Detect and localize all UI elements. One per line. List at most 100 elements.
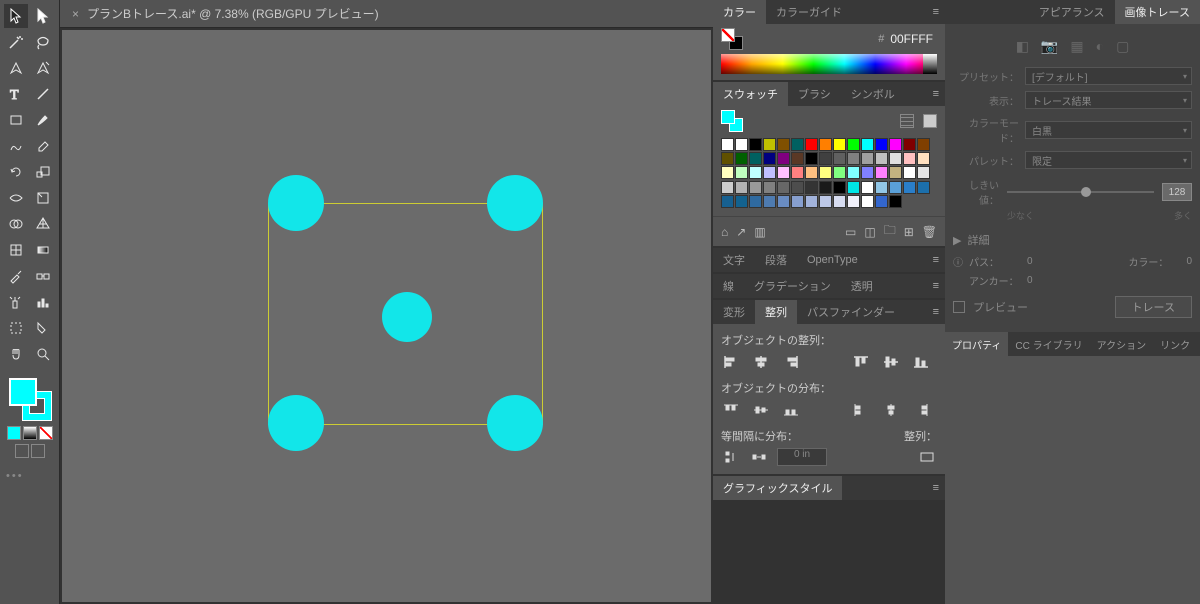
- swatch-cell[interactable]: [819, 195, 832, 208]
- swatch-cell[interactable]: [861, 152, 874, 165]
- swatch-cell[interactable]: [721, 195, 734, 208]
- dist-hspace-icon[interactable]: [749, 449, 769, 465]
- shape-circle[interactable]: [268, 175, 324, 231]
- swatch-cell[interactable]: [833, 138, 846, 151]
- swatch-cell[interactable]: [875, 166, 888, 179]
- swatch-cell[interactable]: [763, 152, 776, 165]
- swatch-cell[interactable]: [763, 138, 776, 151]
- width-tool[interactable]: [4, 186, 28, 210]
- align-bottom-icon[interactable]: [911, 354, 931, 370]
- none-mode-btn[interactable]: [39, 426, 53, 440]
- swatch-cell[interactable]: [847, 138, 860, 151]
- swatch-cell[interactable]: [889, 138, 902, 151]
- gradient-mode-btn[interactable]: [23, 426, 37, 440]
- tab-pathfinder[interactable]: パスファインダー: [797, 300, 905, 324]
- tab-symbols[interactable]: シンボル: [841, 82, 905, 106]
- dist-vcenter-icon[interactable]: [751, 402, 771, 418]
- swatch-cell[interactable]: [721, 138, 734, 151]
- swatch-cell[interactable]: [805, 195, 818, 208]
- panel-menu-icon[interactable]: ≡: [933, 88, 939, 100]
- trace-preset-outline-icon[interactable]: ▢: [1116, 38, 1129, 55]
- swatch-cell[interactable]: [833, 195, 846, 208]
- swatch-cell[interactable]: [777, 166, 790, 179]
- swatch-options-icon[interactable]: ▥: [754, 225, 765, 239]
- swatch-cell[interactable]: [791, 181, 804, 194]
- swatch-cell[interactable]: [763, 195, 776, 208]
- tab-color[interactable]: カラー: [713, 0, 766, 24]
- tab-opentype[interactable]: OpenType: [797, 248, 868, 272]
- tab-brushes[interactable]: ブラシ: [788, 82, 841, 106]
- dist-bottom-icon[interactable]: [781, 402, 801, 418]
- graph-tool[interactable]: [31, 290, 55, 314]
- swatch-cell[interactable]: [735, 195, 748, 208]
- align-hcenter-icon[interactable]: [751, 354, 771, 370]
- swatch-cell[interactable]: [833, 152, 846, 165]
- swatch-cell[interactable]: [749, 152, 762, 165]
- swatch-cell[interactable]: [763, 181, 776, 194]
- swatch-cell[interactable]: [777, 195, 790, 208]
- selection-tool[interactable]: [4, 4, 28, 28]
- eyedropper-tool[interactable]: [4, 264, 28, 288]
- close-icon[interactable]: ×: [72, 7, 79, 21]
- tab-swatches[interactable]: スウォッチ: [713, 82, 788, 106]
- swatch-cell[interactable]: [861, 181, 874, 194]
- align-right-icon[interactable]: [781, 354, 801, 370]
- shape-circle[interactable]: [382, 292, 432, 342]
- tab-image-trace[interactable]: 画像トレース: [1115, 0, 1200, 24]
- swatch-cell[interactable]: [903, 181, 916, 194]
- tab-links[interactable]: リンク: [1153, 332, 1197, 356]
- tab-color-guide[interactable]: カラーガイド: [766, 0, 852, 24]
- swatch-cell[interactable]: [861, 195, 874, 208]
- swatch-cell[interactable]: [903, 152, 916, 165]
- tab-graphic-styles[interactable]: グラフィックスタイル: [713, 476, 842, 500]
- trace-preset-bw-icon[interactable]: ◐: [1096, 38, 1104, 55]
- swatch-cell[interactable]: [847, 166, 860, 179]
- dist-vspace-icon[interactable]: [721, 449, 741, 465]
- type-tool[interactable]: T: [4, 82, 28, 106]
- new-color-group-icon[interactable]: ◫: [864, 225, 875, 239]
- rectangle-tool[interactable]: [4, 108, 28, 132]
- delete-swatch-icon[interactable]: 🗑: [922, 225, 937, 239]
- rotate-tool[interactable]: [4, 160, 28, 184]
- blend-tool[interactable]: [31, 264, 55, 288]
- swatch-cell[interactable]: [917, 181, 930, 194]
- artboard-tool[interactable]: [4, 316, 28, 340]
- edit-toolbar-button[interactable]: •••: [0, 464, 59, 488]
- dist-top-icon[interactable]: [721, 402, 741, 418]
- panel-menu-icon[interactable]: ≡: [933, 6, 939, 18]
- list-view-icon[interactable]: [900, 114, 914, 128]
- swatch-cell[interactable]: [889, 181, 902, 194]
- panel-menu-icon[interactable]: ≡: [933, 306, 939, 318]
- pen-tool[interactable]: [4, 56, 28, 80]
- tab-transform[interactable]: 変形: [713, 300, 755, 324]
- mesh-tool[interactable]: [4, 238, 28, 262]
- swatch-cell[interactable]: [847, 152, 860, 165]
- align-left-icon[interactable]: [721, 354, 741, 370]
- magic-wand-tool[interactable]: [4, 30, 28, 54]
- view-select[interactable]: トレース結果: [1025, 91, 1192, 109]
- swatch-cell[interactable]: [805, 181, 818, 194]
- hex-value[interactable]: 00FFFF: [890, 32, 933, 46]
- slice-tool[interactable]: [31, 316, 55, 340]
- eraser-tool[interactable]: [31, 134, 55, 158]
- swatch-cell[interactable]: [875, 181, 888, 194]
- align-top-icon[interactable]: [851, 354, 871, 370]
- mode-select[interactable]: 白黒: [1025, 121, 1192, 139]
- scale-tool[interactable]: [31, 160, 55, 184]
- swatch-cell[interactable]: [749, 181, 762, 194]
- line-tool[interactable]: [31, 82, 55, 106]
- shape-circle[interactable]: [268, 395, 324, 451]
- swatch-cell[interactable]: [889, 152, 902, 165]
- palette-select[interactable]: 限定: [1025, 151, 1192, 169]
- fill-stroke-picker[interactable]: [0, 370, 59, 464]
- swatch-cell[interactable]: [819, 181, 832, 194]
- tab-cc-libraries[interactable]: CC ライブラリ: [1008, 332, 1089, 356]
- swatch-cell[interactable]: [763, 166, 776, 179]
- symbol-sprayer-tool[interactable]: [4, 290, 28, 314]
- dist-right-icon[interactable]: [911, 402, 931, 418]
- swatch-cell[interactable]: [791, 138, 804, 151]
- swatch-cell[interactable]: [917, 138, 930, 151]
- swatch-cell[interactable]: [721, 181, 734, 194]
- threshold-value[interactable]: 128: [1162, 183, 1192, 201]
- swatch-cell[interactable]: [861, 166, 874, 179]
